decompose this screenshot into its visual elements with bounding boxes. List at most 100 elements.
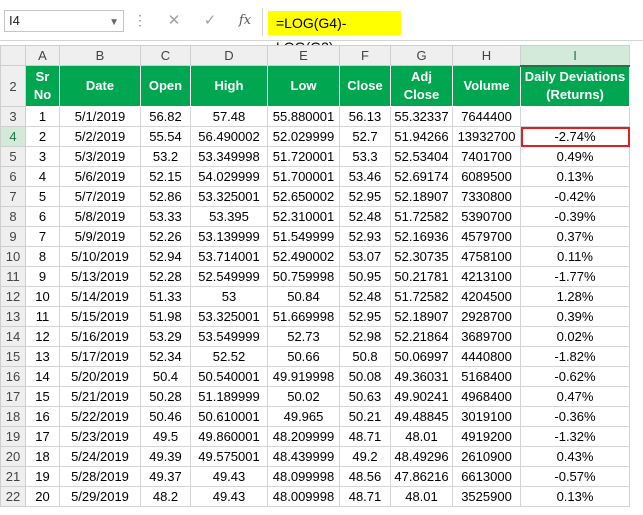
data-cell[interactable]: 52.26 — [140, 226, 191, 247]
data-cell[interactable]: 0.47% — [520, 386, 630, 407]
data-cell[interactable]: 51.549999 — [267, 226, 340, 247]
select-all-corner[interactable] — [0, 45, 26, 66]
data-cell[interactable]: 16 — [25, 406, 60, 427]
data-cell[interactable]: 5/2/2019 — [59, 126, 141, 147]
data-cell[interactable]: 49.2 — [339, 446, 391, 467]
data-cell[interactable]: 2610900 — [452, 446, 521, 467]
data-cell[interactable]: 5/1/2019 — [59, 106, 141, 127]
data-cell[interactable]: 49.965 — [267, 406, 340, 427]
data-cell[interactable]: 52.73 — [267, 326, 340, 347]
column-header-h[interactable]: H — [452, 45, 521, 66]
data-cell[interactable]: 50.84 — [267, 286, 340, 307]
data-cell[interactable]: 51.33 — [140, 286, 191, 307]
data-cell[interactable]: 10 — [25, 286, 60, 307]
row-header[interactable]: 22 — [0, 486, 26, 507]
data-cell[interactable]: 6089500 — [452, 166, 521, 187]
header-cell[interactable]: High — [190, 65, 268, 107]
data-cell[interactable]: 54.029999 — [190, 166, 268, 187]
data-cell[interactable]: 15 — [25, 386, 60, 407]
data-cell[interactable]: 5/13/2019 — [59, 266, 141, 287]
data-cell[interactable]: 14 — [25, 366, 60, 387]
data-cell[interactable]: 52.48 — [339, 206, 391, 227]
row-header[interactable]: 7 — [0, 186, 26, 207]
data-cell[interactable]: 12 — [25, 326, 60, 347]
row-header[interactable]: 10 — [0, 246, 26, 267]
data-cell[interactable]: 1 — [25, 106, 60, 127]
data-cell[interactable]: 5168400 — [452, 366, 521, 387]
data-cell[interactable]: 5/17/2019 — [59, 346, 141, 367]
data-cell[interactable]: 3689700 — [452, 326, 521, 347]
data-cell[interactable]: 50.95 — [339, 266, 391, 287]
data-cell[interactable]: 49.43 — [190, 466, 268, 487]
data-cell[interactable]: 52.490002 — [267, 246, 340, 267]
data-cell[interactable]: 3 — [25, 146, 60, 167]
data-cell[interactable]: 50.759998 — [267, 266, 340, 287]
data-cell[interactable]: -0.36% — [520, 406, 630, 427]
data-cell[interactable]: 49.36031 — [390, 366, 453, 387]
data-cell[interactable]: 53.349998 — [190, 146, 268, 167]
data-cell[interactable]: 53.33 — [140, 206, 191, 227]
data-cell[interactable]: 49.43 — [190, 486, 268, 507]
enter-icon[interactable]: ✓ — [199, 10, 221, 32]
column-header-d[interactable]: D — [190, 45, 268, 66]
data-cell[interactable]: 5/9/2019 — [59, 226, 141, 247]
data-cell[interactable]: 49.48845 — [390, 406, 453, 427]
data-cell[interactable]: 52.93 — [339, 226, 391, 247]
data-cell[interactable]: 9 — [25, 266, 60, 287]
data-cell[interactable]: 48.71 — [339, 486, 391, 507]
data-cell[interactable]: 6613000 — [452, 466, 521, 487]
row-header[interactable]: 21 — [0, 466, 26, 487]
data-cell[interactable]: -0.39% — [520, 206, 630, 227]
row-header[interactable]: 4 — [0, 126, 26, 147]
column-header-e[interactable]: E — [267, 45, 340, 66]
column-header-g[interactable]: G — [390, 45, 453, 66]
row-header[interactable]: 18 — [0, 406, 26, 427]
data-cell[interactable]: 5/15/2019 — [59, 306, 141, 327]
data-cell[interactable]: 1.28% — [520, 286, 630, 307]
data-cell[interactable]: 52.21864 — [390, 326, 453, 347]
row-header[interactable]: 5 — [0, 146, 26, 167]
data-cell[interactable]: 52.28 — [140, 266, 191, 287]
data-cell[interactable]: 53.325001 — [190, 186, 268, 207]
data-cell[interactable]: 52.310001 — [267, 206, 340, 227]
cancel-icon[interactable]: ✕ — [163, 10, 185, 32]
data-cell[interactable]: 5390700 — [452, 206, 521, 227]
data-cell[interactable]: -0.62% — [520, 366, 630, 387]
row-header[interactable]: 6 — [0, 166, 26, 187]
data-cell[interactable]: 52.86 — [140, 186, 191, 207]
data-cell[interactable]: 49.37 — [140, 466, 191, 487]
data-cell[interactable]: 5/22/2019 — [59, 406, 141, 427]
header-cell[interactable]: Open — [140, 65, 191, 107]
data-cell[interactable]: 18 — [25, 446, 60, 467]
data-cell[interactable]: 48.209999 — [267, 426, 340, 447]
data-cell[interactable]: 52.549999 — [190, 266, 268, 287]
data-cell[interactable]: 5/20/2019 — [59, 366, 141, 387]
data-cell[interactable]: 0.11% — [520, 246, 630, 267]
data-cell[interactable]: 4213100 — [452, 266, 521, 287]
row-header[interactable]: 16 — [0, 366, 26, 387]
data-cell[interactable]: 52.95 — [339, 186, 391, 207]
data-cell[interactable]: 5 — [25, 186, 60, 207]
column-header-c[interactable]: C — [140, 45, 191, 66]
data-cell[interactable]: 5/3/2019 — [59, 146, 141, 167]
data-cell[interactable]: 53.46 — [339, 166, 391, 187]
data-cell[interactable]: 17 — [25, 426, 60, 447]
name-box[interactable]: I4 ▼ — [4, 10, 124, 32]
row-header[interactable]: 20 — [0, 446, 26, 467]
data-cell[interactable]: 13932700 — [452, 126, 521, 147]
data-cell[interactable]: 48.099998 — [267, 466, 340, 487]
data-cell[interactable]: 53.139999 — [190, 226, 268, 247]
data-cell[interactable]: 5/6/2019 — [59, 166, 141, 187]
data-cell[interactable]: 4758100 — [452, 246, 521, 267]
data-cell[interactable]: 0.37% — [520, 226, 630, 247]
row-header[interactable]: 17 — [0, 386, 26, 407]
data-cell[interactable]: 51.669998 — [267, 306, 340, 327]
data-cell[interactable]: 53.07 — [339, 246, 391, 267]
data-cell[interactable]: 56.13 — [339, 106, 391, 127]
row-header[interactable]: 14 — [0, 326, 26, 347]
data-cell[interactable]: 57.48 — [190, 106, 268, 127]
data-cell[interactable]: 13 — [25, 346, 60, 367]
data-cell[interactable]: 5/7/2019 — [59, 186, 141, 207]
data-cell[interactable]: 52.18907 — [390, 186, 453, 207]
data-cell[interactable]: 4 — [25, 166, 60, 187]
